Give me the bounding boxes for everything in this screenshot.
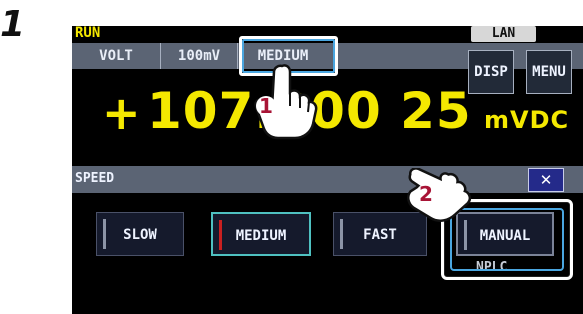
option-label: SLOW bbox=[123, 227, 157, 243]
disp-button[interactable]: DISP bbox=[468, 50, 514, 94]
reading-sign: + bbox=[102, 86, 141, 140]
run-status: RUN bbox=[75, 26, 101, 41]
speed-option-slow[interactable]: SLOW bbox=[96, 212, 184, 256]
step-number: 1 bbox=[0, 4, 26, 45]
speed-option-medium[interactable]: MEDIUM bbox=[211, 212, 311, 256]
close-button[interactable]: ✕ bbox=[528, 168, 564, 192]
reading-unit: mVDC bbox=[484, 106, 570, 134]
speed-panel-header bbox=[72, 166, 583, 193]
range-tab[interactable]: 100mV bbox=[161, 43, 238, 69]
function-tab[interactable]: VOLT bbox=[72, 43, 161, 69]
callout-number-2: 2 bbox=[416, 184, 436, 204]
speed-panel-title: SPEED bbox=[75, 171, 115, 186]
pointer-hand-icon bbox=[407, 168, 472, 222]
close-icon: ✕ bbox=[539, 171, 553, 189]
option-label: MEDIUM bbox=[235, 228, 287, 244]
menu-button[interactable]: MENU bbox=[526, 50, 572, 94]
option-indicator bbox=[219, 220, 222, 250]
option-label: FAST bbox=[363, 227, 397, 243]
option-indicator bbox=[340, 219, 343, 249]
option-indicator bbox=[103, 219, 106, 249]
callout-number-1: 1 bbox=[256, 96, 276, 116]
lan-badge: LAN bbox=[471, 26, 536, 42]
